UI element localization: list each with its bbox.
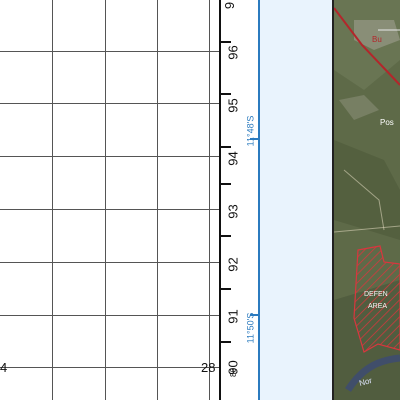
northing-label-prefix: 86	[228, 368, 238, 377]
place-label: DEFEN	[364, 291, 388, 298]
easting-label: 4	[0, 360, 8, 375]
margin-panel	[260, 0, 332, 400]
place-label: AREA	[368, 303, 387, 310]
grid-tick	[221, 235, 231, 237]
easting-label: 28	[201, 360, 216, 375]
grid-line-horizontal	[0, 51, 220, 52]
place-label: Pos	[380, 118, 394, 127]
grid-tick	[221, 146, 231, 148]
grid-line-vertical	[209, 0, 210, 400]
grid-tick	[221, 341, 231, 343]
northing-label: 91	[225, 309, 241, 324]
grid-line-horizontal	[0, 367, 220, 368]
grid-tick	[221, 183, 231, 185]
grid-tick	[221, 93, 231, 95]
grid-line-vertical	[105, 0, 106, 400]
aerial-svg: Bu Pos DEFEN AREA Nor	[334, 0, 400, 400]
grid-line-vertical	[157, 0, 158, 400]
northing-label: 92	[225, 257, 241, 272]
aerial-imagery: Bu Pos DEFEN AREA Nor	[334, 0, 400, 400]
latitude-label: 11°48'S	[245, 115, 256, 147]
northing-label: 93	[225, 204, 241, 219]
map-sheet-edge: 9 96 95 94 93 92 91 90 86 11°48'S 11°50'…	[0, 0, 400, 400]
northing-label: 95	[225, 98, 241, 113]
northing-label-partial: 9	[222, 1, 238, 10]
grid-line-horizontal	[0, 209, 220, 210]
grid-line-horizontal	[0, 103, 220, 104]
grid-area	[0, 0, 220, 400]
grid-tick	[221, 288, 231, 290]
grid-line-horizontal	[0, 262, 220, 263]
grid-line-horizontal	[0, 315, 220, 316]
northing-label: 96	[225, 45, 241, 60]
grid-tick	[221, 41, 231, 43]
grid-line-vertical	[52, 0, 53, 400]
northing-label: 94	[225, 151, 241, 166]
grid-line-horizontal	[0, 156, 220, 157]
neatline	[219, 0, 221, 400]
latitude-label: 11°50'S	[245, 312, 256, 344]
place-label: Bu	[372, 35, 382, 44]
